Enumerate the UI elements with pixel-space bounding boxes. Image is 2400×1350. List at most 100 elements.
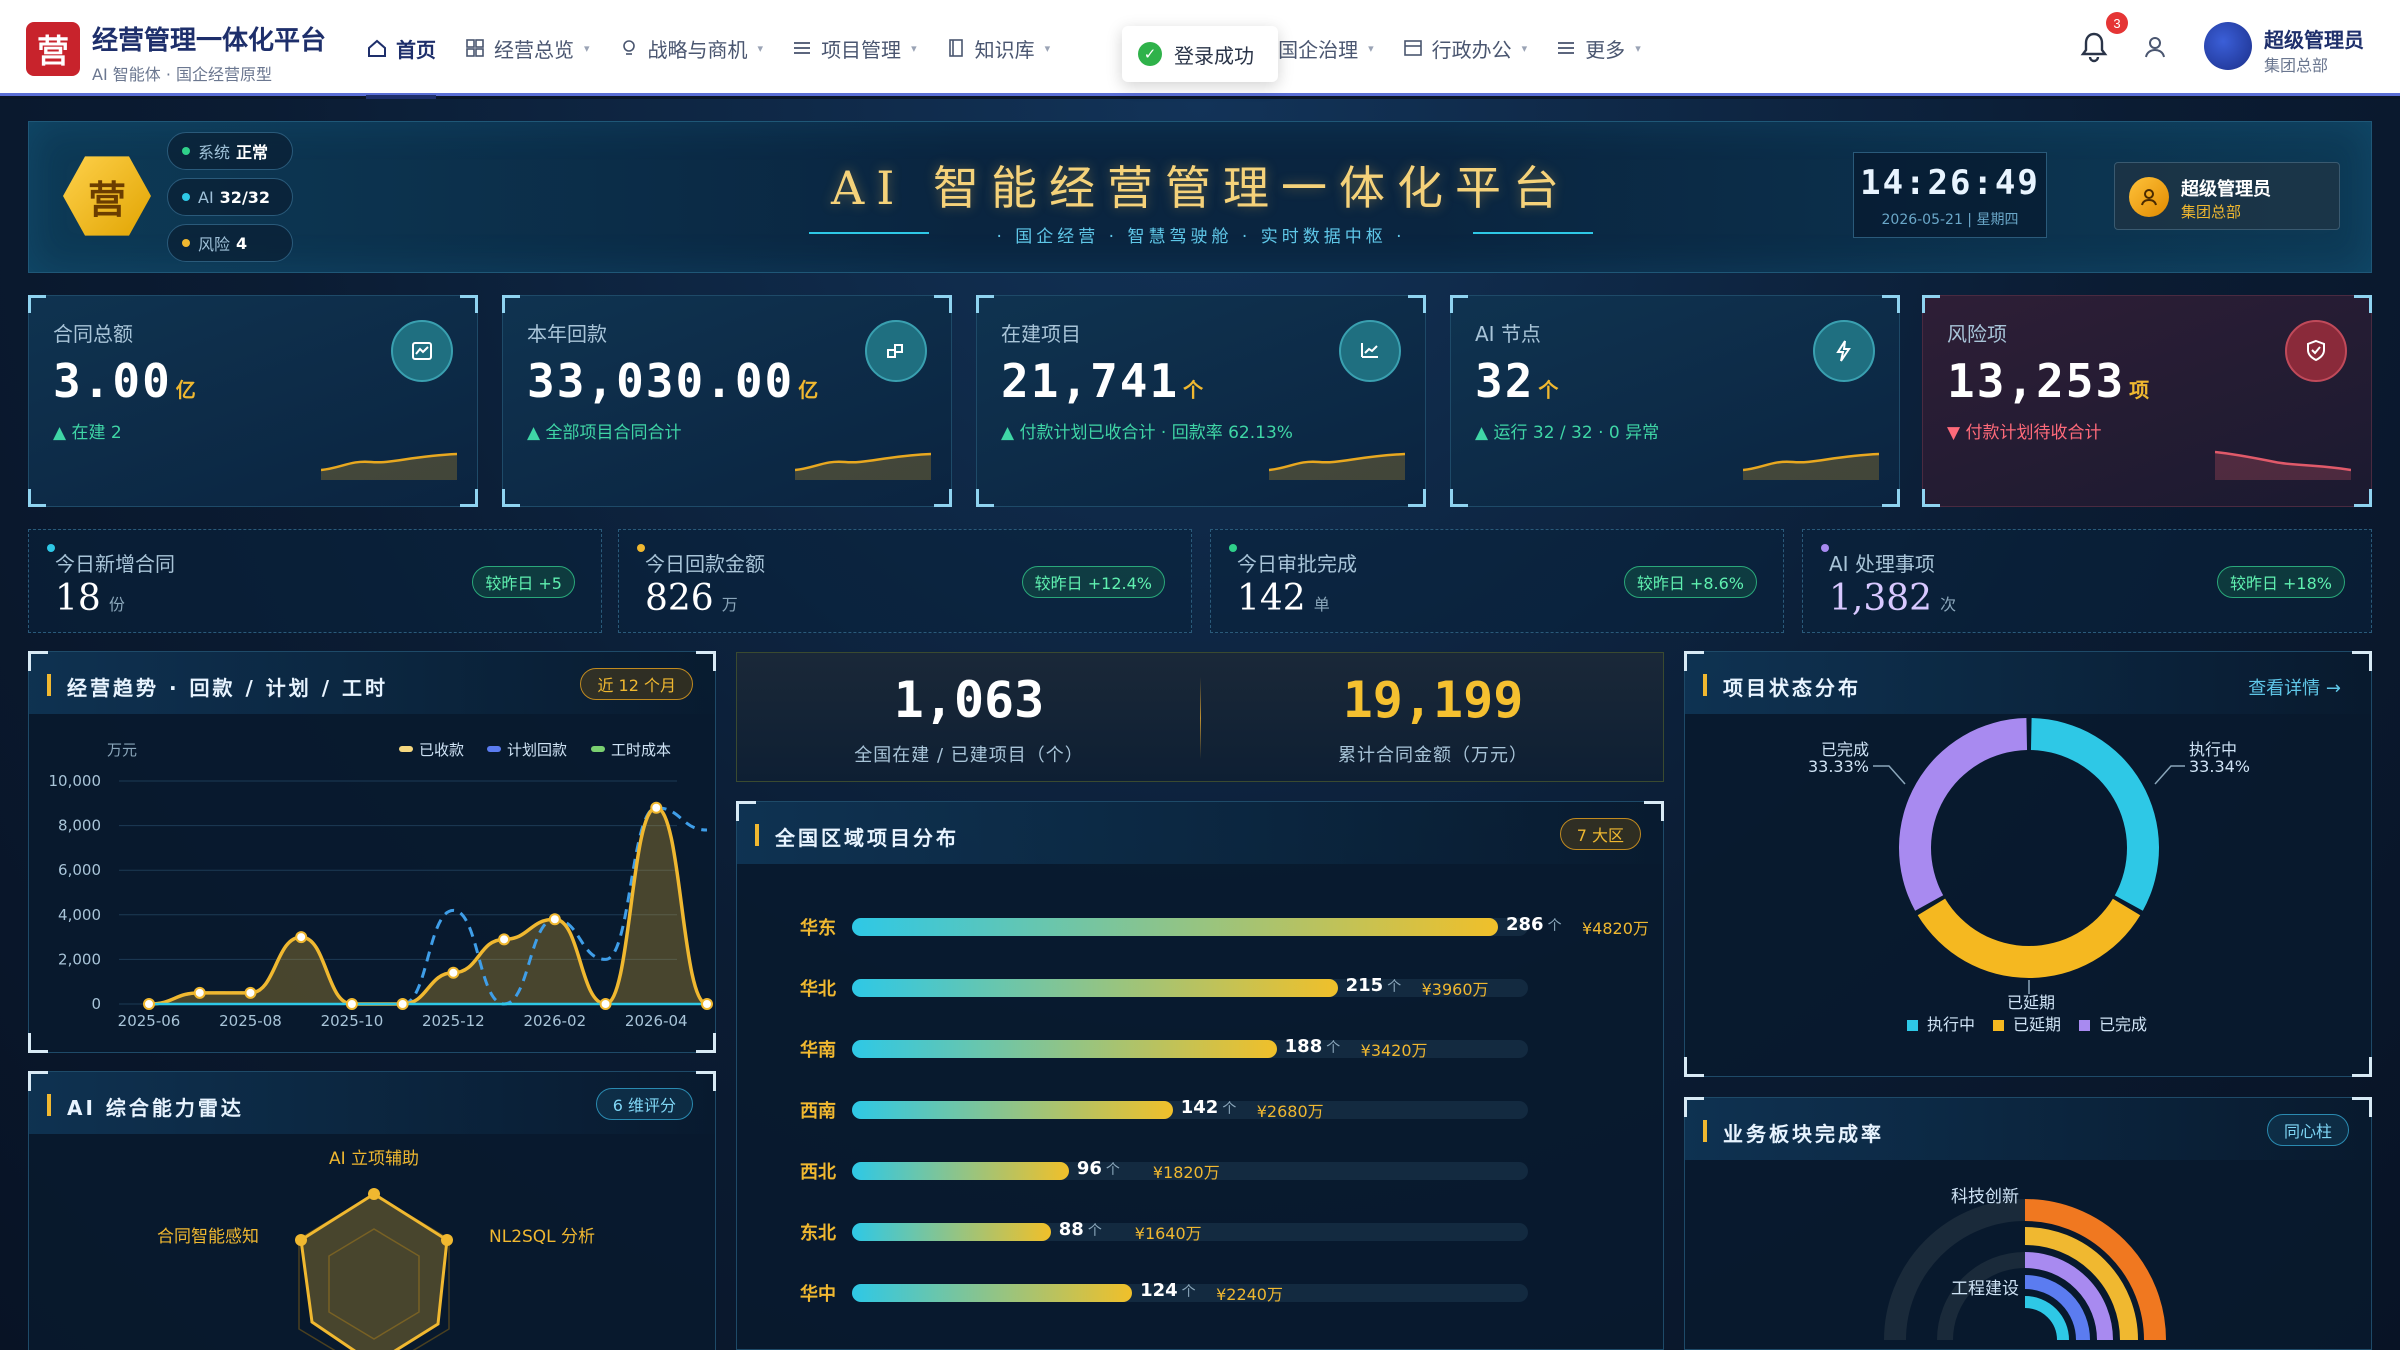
region-name: 华东	[800, 918, 836, 939]
kpi-value: 13,253 项	[1947, 354, 2151, 408]
region-row[interactable]: 西南 142 个 ¥2680万	[800, 1097, 1650, 1122]
mini-stat-3[interactable]: AI 处理事项 1,382 次 较昨日 +18%	[1802, 529, 2372, 633]
hero-user-name: 超级管理员	[2181, 179, 2271, 200]
kpi-sub: ▲ 全部项目合同合计	[527, 423, 682, 443]
kpi-card-3[interactable]: AI 节点 32 个 ▲ 运行 32 / 32 · 0 异常	[1450, 295, 1900, 507]
header-accent	[47, 1094, 51, 1116]
period-chip[interactable]: 近 12 个月	[580, 668, 693, 700]
legend-label[interactable]: 计划回款	[507, 741, 567, 759]
nav-item-3[interactable]: 项目管理 ▾	[777, 0, 931, 96]
region-count-unit: 个	[1547, 918, 1562, 934]
corner-mark	[1684, 651, 1704, 671]
x-tick-label: 2026-02	[523, 1012, 586, 1030]
app-logo[interactable]: 营	[26, 22, 80, 76]
mini-unit: 份	[108, 595, 125, 614]
mini-stat-2[interactable]: 今日审批完成 142 单 较昨日 +8.6%	[1210, 529, 1784, 633]
corner-mark	[1408, 295, 1426, 313]
region-amount: ¥1820万	[1152, 1163, 1220, 1182]
region-name: 东北	[800, 1223, 836, 1244]
legend-label[interactable]: 已延期	[2013, 1015, 2061, 1034]
corner-mark	[1882, 489, 1900, 507]
nav-item-7[interactable]: 更多 ▾	[1541, 0, 1655, 96]
y-tick-label: 10,000	[49, 772, 102, 790]
corner-mark	[2354, 489, 2372, 507]
nav-item-2[interactable]: 战略与商机 ▾	[604, 0, 778, 96]
data-point	[244, 986, 257, 999]
region-row[interactable]: 西北 96 个 ¥1820万	[800, 1158, 1650, 1183]
region-count-unit: 个	[1105, 1162, 1120, 1178]
region-count-chip[interactable]: 7 大区	[1559, 818, 1641, 850]
region-name: 西南	[800, 1101, 836, 1122]
slice-value-label: 33.34%	[2189, 757, 2250, 776]
region-count: 88 个	[1059, 1219, 1102, 1240]
trend-panel: 经营趋势 · 回款 / 计划 / 工时 近 12 个月 万元 10,000 8,00…	[28, 651, 716, 1053]
corner-mark	[28, 295, 46, 313]
donut-slice[interactable]	[1917, 898, 2141, 978]
legend-label[interactable]: 已完成	[2099, 1015, 2147, 1034]
legend-label[interactable]: 执行中	[1927, 1015, 1975, 1034]
kpi-card-1[interactable]: 本年回款 33,030.00 亿 ▲ 全部项目合同合计	[502, 295, 952, 507]
donut-slice[interactable]	[1899, 718, 2028, 911]
data-point	[295, 931, 308, 944]
region-amount: ¥1640万	[1134, 1224, 1202, 1243]
corner-mark	[28, 651, 48, 671]
bolt-icon	[1813, 320, 1875, 382]
corner-mark	[1450, 295, 1468, 313]
legend-label[interactable]: 已收款	[419, 741, 464, 759]
donut-slice[interactable]	[2030, 718, 2159, 911]
sparkline	[1269, 452, 1405, 480]
legend-swatch	[399, 746, 413, 752]
corner-mark	[976, 295, 994, 313]
nav-item-1[interactable]: 经营总览 ▾	[450, 0, 604, 96]
corner-mark	[736, 801, 756, 821]
nav-item-0[interactable]: 首页	[352, 0, 450, 99]
region-count-number: 88	[1058, 1219, 1084, 1240]
kpi-card-4[interactable]: 风险项 13,253 项 ▼ 付款计划待收合计	[1922, 295, 2372, 507]
nav-label: 更多	[1585, 37, 1626, 62]
shield-icon	[2285, 320, 2347, 382]
project-count-label: 全国在建 / 已建项目（个）	[854, 745, 1084, 766]
kpi-card-2[interactable]: 在建项目 21,741 个 ▲ 付款计划已收合计 · 回款率 62.13%	[976, 295, 1426, 507]
nav-item-6[interactable]: 行政办公 ▾	[1388, 0, 1542, 96]
region-count-unit: 个	[1326, 1040, 1341, 1056]
score-chip[interactable]: 6 维评分	[595, 1088, 693, 1120]
region-row[interactable]: 华南 188 个 ¥3420万	[800, 1036, 1650, 1061]
bulb-icon	[622, 40, 635, 55]
book-icon	[948, 39, 963, 57]
hero-user-card[interactable]: 超级管理员 集团总部	[2114, 162, 2340, 230]
panel-title: 项目状态分布	[1723, 676, 1861, 700]
avatar[interactable]	[2204, 22, 2252, 70]
kpi-label: 本年回款	[527, 322, 607, 346]
legend-label[interactable]: 工时成本	[611, 741, 671, 759]
chart-type-chip[interactable]: 同心柱	[2266, 1114, 2349, 1146]
legend-swatch	[591, 746, 605, 752]
corner-mark	[934, 489, 952, 507]
grid-icon	[466, 39, 484, 57]
kpi-card-0[interactable]: 合同总额 3.00 亿 ▲ 在建 2	[28, 295, 478, 507]
list-icon	[794, 42, 811, 54]
corner-mark	[976, 489, 994, 507]
completion-panel: 业务板块完成率 同心柱 科技创新 工程建设	[1684, 1097, 2372, 1350]
header-accent	[47, 674, 51, 696]
user-icon[interactable]	[2142, 34, 2168, 60]
y-tick-label: 8,000	[58, 817, 101, 835]
trend-line-chart: 万元 10,000 8,000 6,000 4,000 2,000 0 2025-06 2025…	[49, 741, 713, 1030]
panel-header: AI 综合能力雷达 6 维评分	[29, 1072, 715, 1134]
region-row[interactable]: 华北 215 个 ¥3960万	[800, 975, 1650, 1000]
kpi-value: 32 个	[1475, 354, 1560, 408]
chart-icon	[391, 320, 453, 382]
concentric-bar-chart: 科技创新 工程建设	[1884, 1187, 2166, 1341]
mini-stat-0[interactable]: 今日新增合同 18 份 较昨日 +5	[28, 529, 602, 633]
bell-icon[interactable]	[2078, 30, 2110, 64]
region-row[interactable]: 华东 286 个 ¥4820万	[800, 914, 1650, 939]
region-row[interactable]: 华中 124 个 ¥2240万	[800, 1280, 1650, 1305]
nav-item-4[interactable]: 知识库 ▾	[931, 0, 1065, 96]
view-details-link[interactable]: 查看详情 →	[2248, 674, 2341, 700]
radar-point	[368, 1188, 380, 1200]
region-row[interactable]: 东北 88 个 ¥1640万	[800, 1219, 1650, 1244]
mini-stat-1[interactable]: 今日回款金额 826 万 较昨日 +12.4%	[618, 529, 1192, 633]
panel-title: 全国区域项目分布	[775, 826, 959, 850]
data-point	[447, 966, 460, 979]
corner-mark	[1684, 1097, 1704, 1117]
data-point	[599, 998, 612, 1010]
